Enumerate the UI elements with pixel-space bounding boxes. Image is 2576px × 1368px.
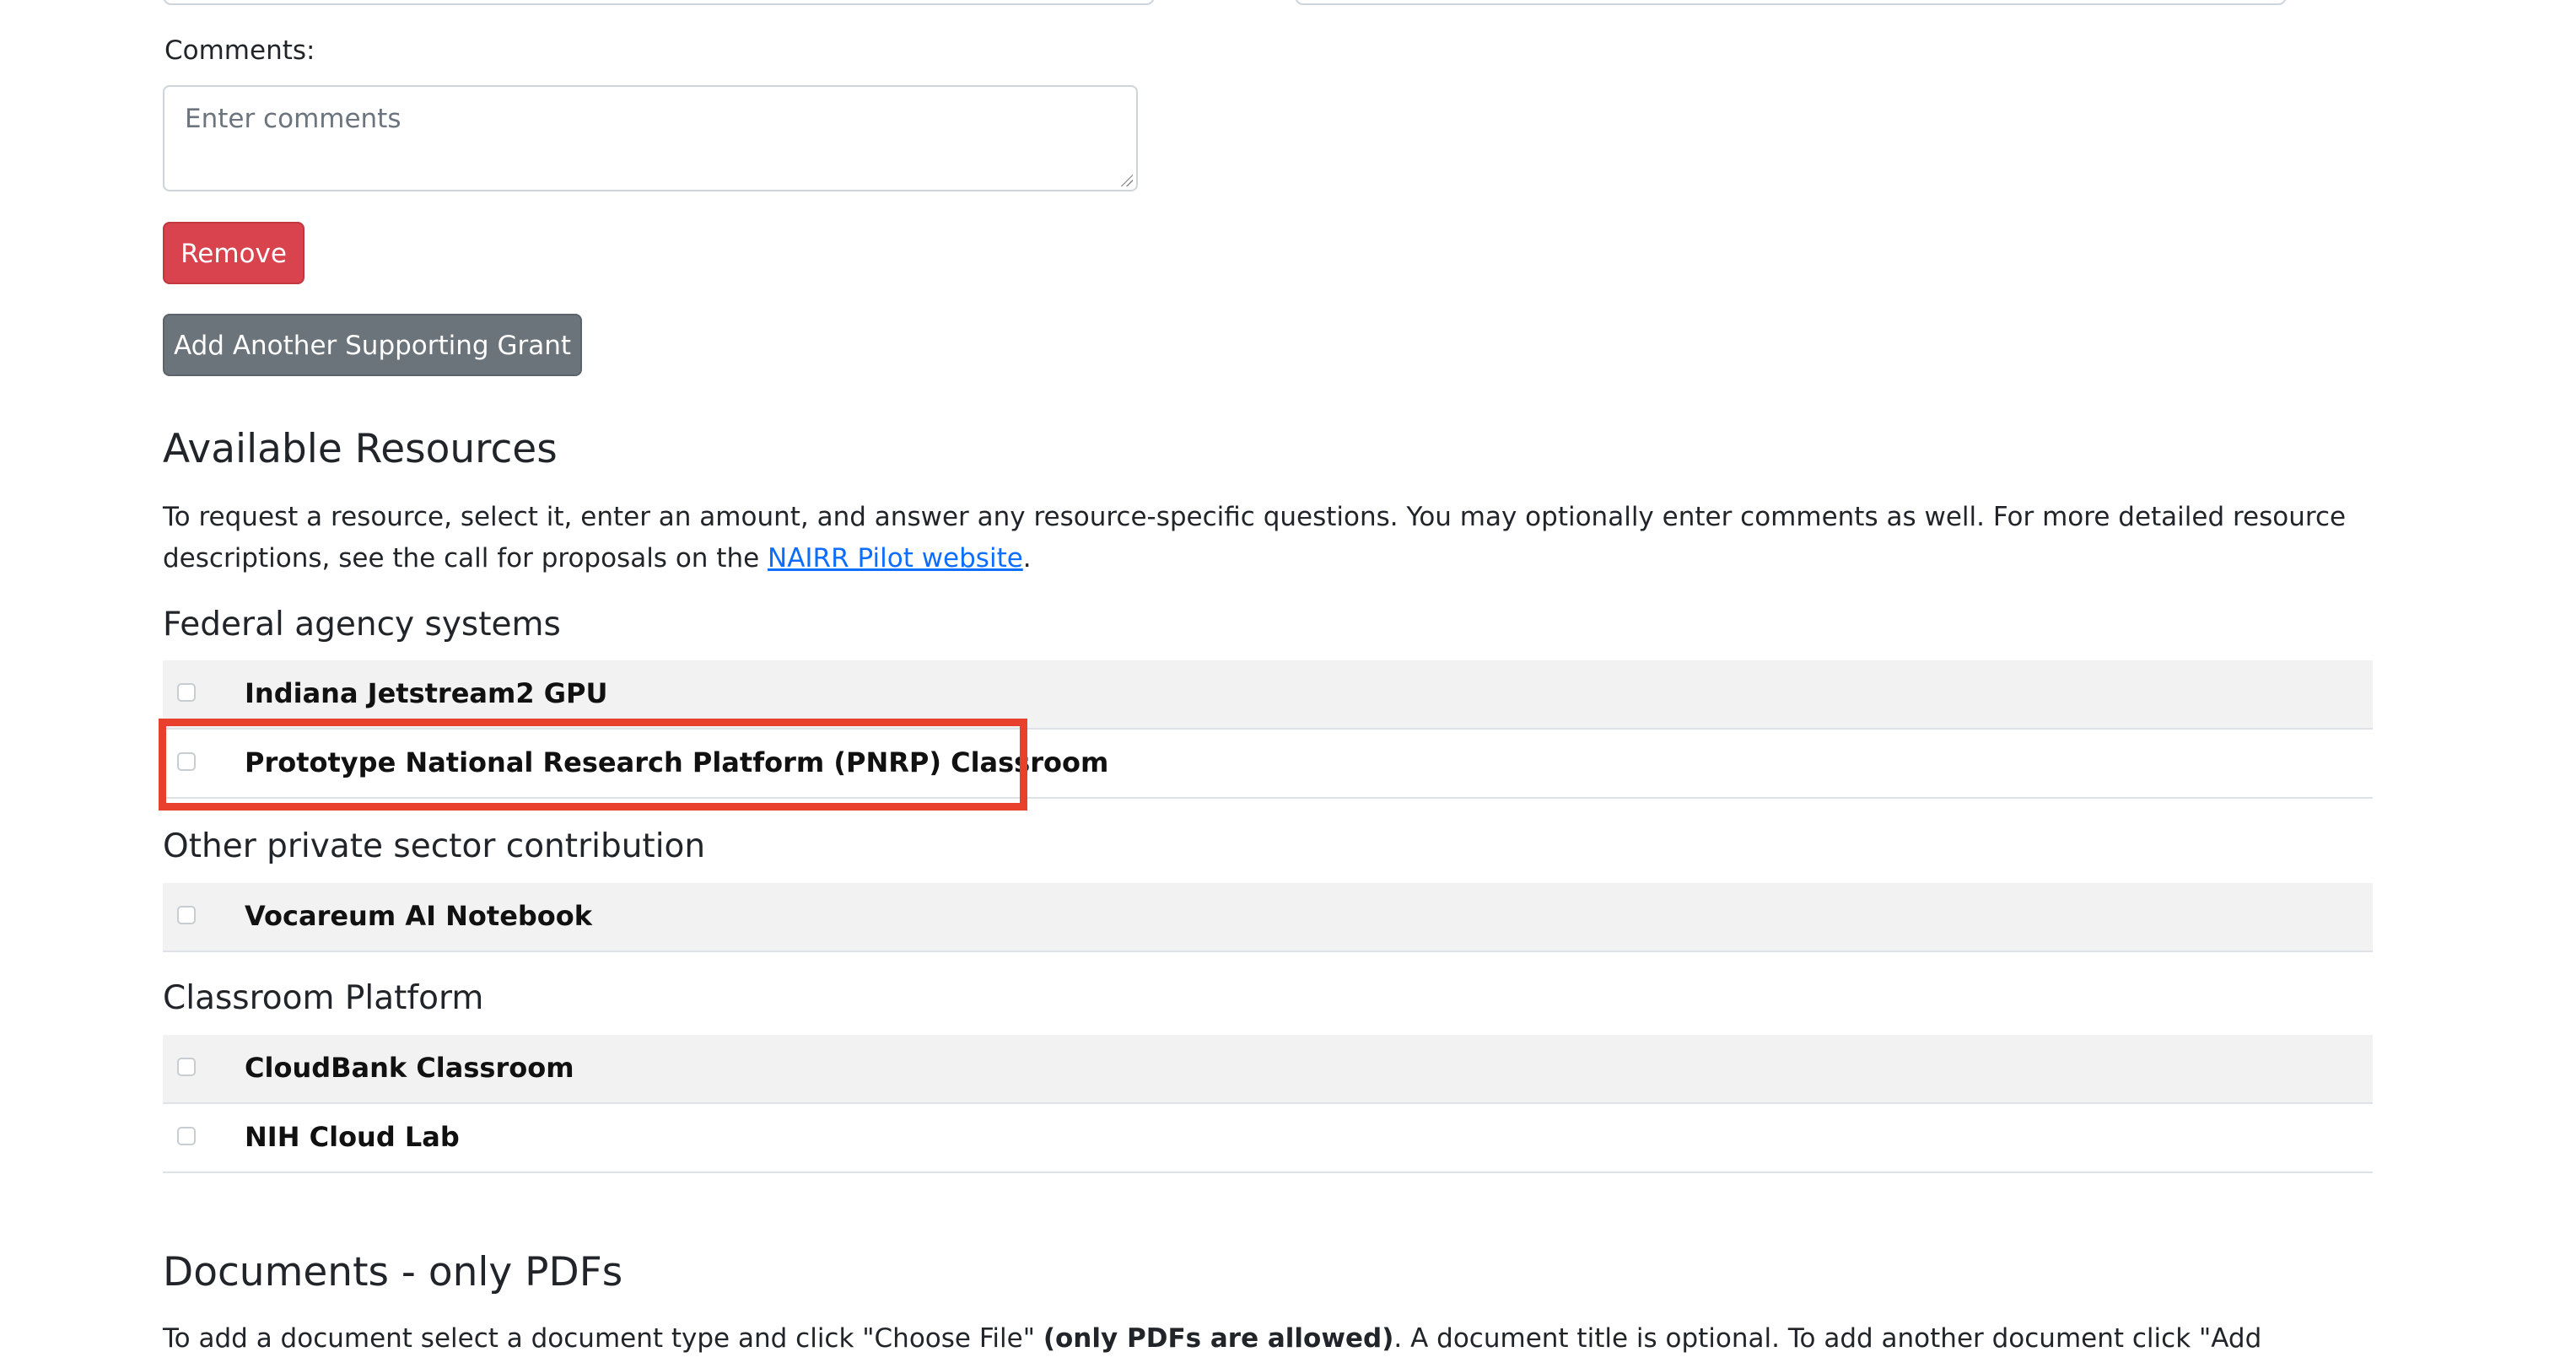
resource-row[interactable]: Prototype National Research Platform (PN… [163, 730, 2373, 799]
group-heading-classroom-platform: Classroom Platform [163, 979, 484, 1017]
resource-row[interactable]: Vocareum AI Notebook [163, 883, 2373, 952]
resource-label: Vocareum AI Notebook [245, 900, 593, 932]
resource-checkbox[interactable] [177, 1127, 196, 1145]
resource-label: CloudBank Classroom [245, 1052, 574, 1084]
grant-field-left[interactable] [163, 0, 1155, 5]
resource-row[interactable]: Indiana Jetstream2 GPU [163, 660, 2373, 730]
documents-pdf-only-note: (only PDFs are allowed) [1043, 1323, 1394, 1354]
resource-checkbox[interactable] [177, 1058, 196, 1076]
documents-heading: Documents - only PDFs [163, 1249, 623, 1295]
resources-intro: To request a resource, select it, enter … [163, 497, 2373, 579]
resource-label: Prototype National Research Platform (PN… [245, 746, 1109, 778]
resource-row[interactable]: CloudBank Classroom [163, 1035, 2373, 1104]
comments-textarea[interactable]: Enter comments [163, 85, 1138, 191]
comments-label: Comments: [164, 35, 315, 66]
grant-field-right[interactable] [1295, 0, 2287, 5]
resource-label: NIH Cloud Lab [245, 1121, 460, 1153]
resize-grip-icon[interactable] [1121, 175, 1133, 186]
group-heading-federal: Federal agency systems [163, 606, 561, 644]
resource-checkbox[interactable] [177, 752, 196, 771]
resource-checkbox[interactable] [177, 683, 196, 702]
nairr-pilot-link[interactable]: NAIRR Pilot website [768, 543, 1023, 574]
documents-instructions: To add a document select a document type… [163, 1318, 2373, 1368]
available-resources-heading: Available Resources [163, 426, 558, 472]
documents-instructions-text: To add a document select a document type… [163, 1323, 1043, 1354]
comments-placeholder: Enter comments [185, 104, 401, 134]
resources-intro-text: To request a resource, select it, enter … [163, 502, 2347, 574]
resource-row[interactable]: NIH Cloud Lab [163, 1104, 2373, 1173]
proposal-form-page: Comments: Enter comments Remove Add Anot… [0, 0, 2576, 1368]
group-heading-private-sector: Other private sector contribution [163, 827, 706, 865]
resource-label: Indiana Jetstream2 GPU [245, 677, 608, 709]
resource-checkbox[interactable] [177, 906, 196, 924]
remove-button[interactable]: Remove [163, 222, 304, 284]
add-supporting-grant-button[interactable]: Add Another Supporting Grant [163, 314, 582, 376]
resources-intro-end: . [1022, 543, 1032, 574]
